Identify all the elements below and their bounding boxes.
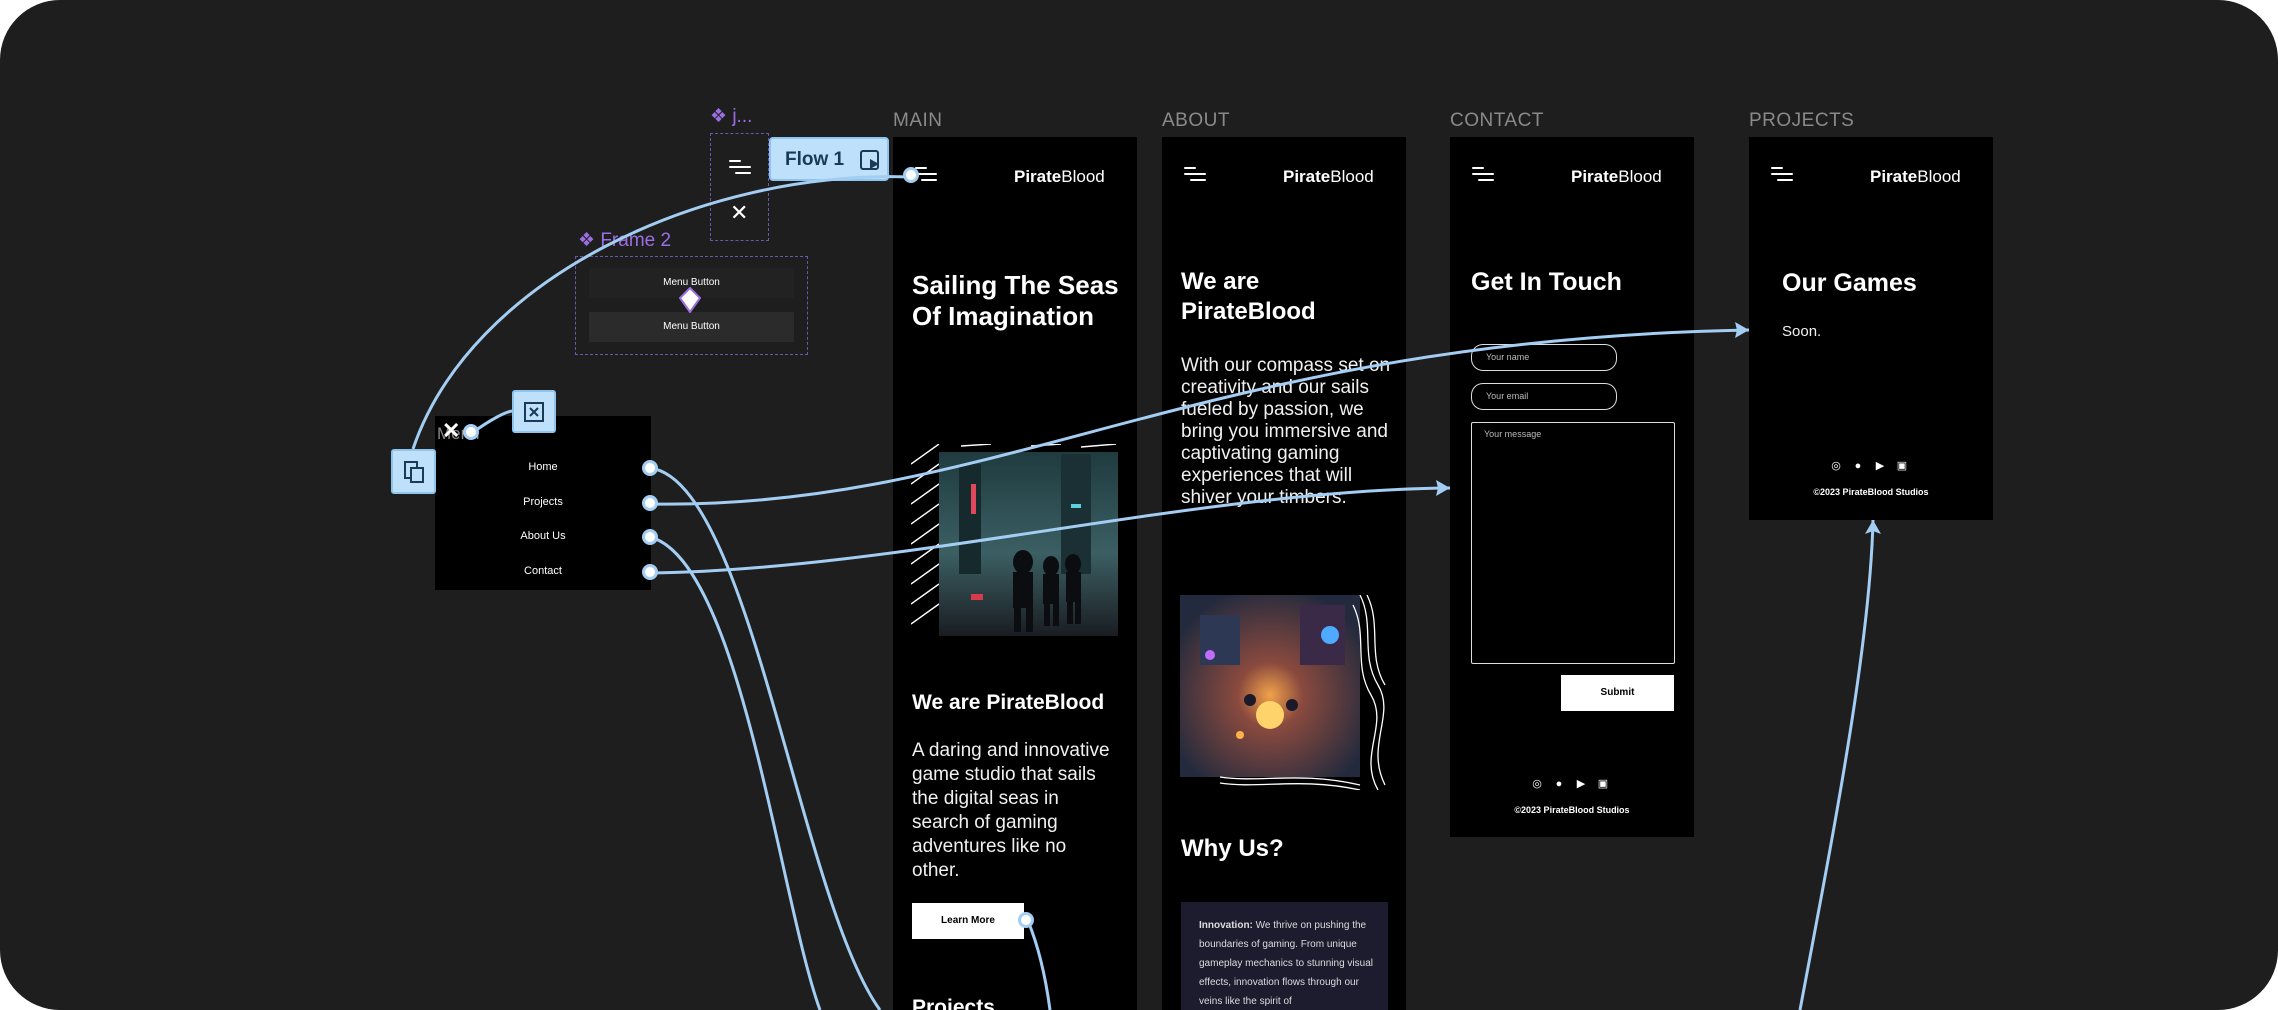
- frame-label-contact[interactable]: CONTACT: [1450, 110, 1544, 132]
- hero-image: [911, 444, 1118, 636]
- menu-item-home[interactable]: Home: [435, 461, 651, 473]
- frame2-label[interactable]: ❖ Frame 2: [578, 229, 671, 252]
- about-description: With our compass set on creativity and o…: [1181, 355, 1391, 508]
- hamburger-icon[interactable]: [1472, 167, 1494, 181]
- youtube-icon[interactable]: ▶: [1574, 777, 1588, 791]
- projects-page-frame[interactable]: PirateBlood Our Games Soon. ◎ ● ▶ ▣ ©202…: [1749, 137, 1993, 520]
- frame-label-projects[interactable]: PROJECTS: [1749, 110, 1854, 132]
- about-title: We are PirateBlood: [1181, 268, 1316, 325]
- component-j-frame[interactable]: ✕: [710, 133, 769, 241]
- menu-item-contact[interactable]: Contact: [435, 565, 651, 577]
- hamburger-icon: [729, 160, 751, 174]
- about-paragraph: A daring and innovative game studio that…: [912, 740, 1110, 881]
- about-image: [1180, 595, 1387, 790]
- menu-item-about[interactable]: About Us: [435, 530, 651, 542]
- learn-more-handle[interactable]: [1018, 912, 1034, 928]
- flow-label: Flow 1: [785, 149, 845, 170]
- variant-connector-icon: [679, 287, 701, 313]
- copyright-text: ©2023 PirateBlood Studios: [1813, 487, 1929, 497]
- frame-label-about[interactable]: ABOUT: [1162, 110, 1230, 132]
- projects-soon-text: Soon.: [1782, 323, 1822, 340]
- contact-title: Get In Touch: [1471, 268, 1622, 296]
- copy-frame-icon: [404, 461, 424, 483]
- main-page-frame[interactable]: PirateBlood Sailing The Seas Of Imaginat…: [893, 137, 1137, 1010]
- design-canvas[interactable]: MAIN ABOUT CONTACT PROJECTS ❖ j... ✕ Flo…: [0, 0, 2278, 1010]
- copyright-text: ©2023 PirateBlood Studios: [1514, 805, 1630, 815]
- about-page-frame[interactable]: PirateBlood We are PirateBlood With our …: [1162, 137, 1406, 1010]
- component-j-label[interactable]: ❖ j...: [710, 105, 752, 128]
- connection-home-to-main: [649, 466, 882, 1010]
- facebook-icon[interactable]: ●: [1851, 459, 1865, 473]
- close-box-icon: [524, 402, 544, 422]
- flow-start-button[interactable]: Flow 1: [769, 137, 889, 181]
- linkedin-icon[interactable]: ▣: [1895, 459, 1909, 473]
- innovation-label: Innovation:: [1199, 920, 1253, 931]
- overlay-trigger-target[interactable]: [391, 449, 436, 494]
- component-icon: ❖: [710, 106, 728, 127]
- email-field[interactable]: Your email: [1471, 383, 1617, 410]
- component-icon: ❖: [578, 230, 596, 251]
- close-handle[interactable]: [463, 424, 479, 440]
- name-field[interactable]: Your name: [1471, 344, 1617, 371]
- message-field[interactable]: Your message: [1471, 422, 1675, 664]
- projects-title: Our Games: [1782, 269, 1917, 297]
- menu-about-handle[interactable]: [642, 529, 658, 545]
- frame-label-main[interactable]: MAIN: [893, 110, 943, 132]
- about-heading: We are PirateBlood: [912, 691, 1105, 714]
- menu-contact-handle[interactable]: [642, 564, 658, 580]
- instagram-icon[interactable]: ◎: [1530, 777, 1544, 791]
- brand-logo[interactable]: PirateBlood: [1571, 167, 1662, 187]
- connection-about-to-about: [649, 535, 822, 1010]
- projects-heading: Projects: [912, 996, 995, 1010]
- linkedin-icon[interactable]: ▣: [1596, 777, 1610, 791]
- menu-projects-handle[interactable]: [642, 495, 658, 511]
- menu-button-variant-2[interactable]: Menu Button: [589, 312, 794, 342]
- close-icon: ✕: [730, 200, 749, 225]
- arrow-head-contact: [1436, 480, 1450, 496]
- arrow-head-projects: [1735, 322, 1749, 338]
- play-icon: [860, 150, 879, 170]
- hamburger-icon[interactable]: [1184, 167, 1206, 181]
- why-us-heading: Why Us?: [1181, 835, 1284, 862]
- social-links: ◎ ● ▶ ▣: [1530, 777, 1610, 791]
- menu-home-handle[interactable]: [642, 460, 658, 476]
- brand-logo[interactable]: PirateBlood: [1870, 167, 1961, 187]
- hamburger-icon[interactable]: [1771, 167, 1793, 181]
- flow-handle[interactable]: [903, 167, 919, 183]
- arrow-head-projects-bottom: [1865, 520, 1881, 534]
- social-links: ◎ ● ▶ ▣: [1829, 459, 1909, 473]
- facebook-icon[interactable]: ●: [1552, 777, 1566, 791]
- hero-title: Sailing The Seas Of Imagination: [912, 270, 1119, 331]
- close-icon[interactable]: ✕: [442, 418, 460, 444]
- innovation-text: We thrive on pushing the boundaries of g…: [1199, 920, 1373, 1007]
- menu-item-projects[interactable]: Projects: [435, 496, 651, 508]
- connection-to-projects-bottom: [1798, 519, 1875, 1010]
- submit-button[interactable]: Submit: [1561, 675, 1674, 711]
- youtube-icon[interactable]: ▶: [1873, 459, 1887, 473]
- learn-more-button[interactable]: Learn More: [912, 903, 1024, 939]
- frame2-container[interactable]: Menu Button Menu Button: [575, 256, 808, 355]
- instagram-icon[interactable]: ◎: [1829, 459, 1843, 473]
- innovation-card: Innovation: We thrive on pushing the bou…: [1181, 902, 1388, 1010]
- brand-logo[interactable]: PirateBlood: [1014, 167, 1105, 187]
- brand-logo[interactable]: PirateBlood: [1283, 167, 1374, 187]
- close-overlay-action[interactable]: [512, 390, 556, 433]
- contact-page-frame[interactable]: PirateBlood Get In Touch Your name Your …: [1450, 137, 1694, 837]
- menu-overlay-frame[interactable]: Menu Home Projects About Us Contact: [435, 416, 651, 590]
